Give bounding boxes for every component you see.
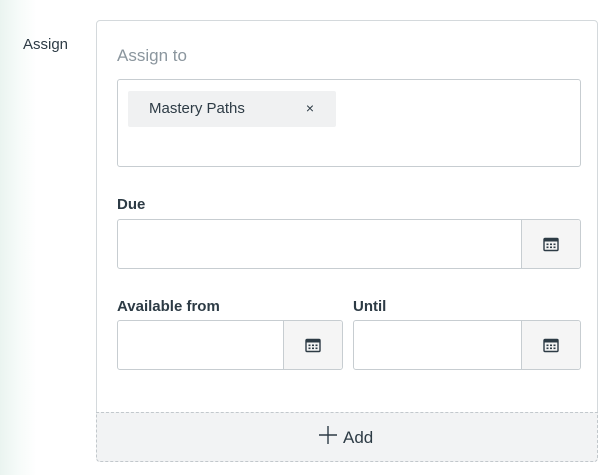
assignee-token-label: Mastery Paths xyxy=(149,100,245,117)
assign-label: Assign xyxy=(23,36,69,53)
due-field xyxy=(117,219,581,269)
available-from-field xyxy=(117,320,343,370)
due-label: Due xyxy=(117,196,146,213)
assignee-token: Mastery Paths × xyxy=(128,91,336,127)
available-from-date-input[interactable] xyxy=(118,321,284,369)
calendar-icon xyxy=(543,338,559,353)
until-date-input[interactable] xyxy=(354,321,522,369)
until-label: Until xyxy=(353,298,387,315)
until-calendar-button[interactable] xyxy=(521,321,580,369)
available-from-calendar-button[interactable] xyxy=(283,321,342,369)
assign-to-label: Assign to xyxy=(117,46,187,65)
due-calendar-button[interactable] xyxy=(521,220,580,268)
available-from-label: Available from xyxy=(117,298,220,315)
remove-token-button[interactable]: × xyxy=(301,98,319,118)
calendar-icon xyxy=(543,237,559,252)
until-field xyxy=(353,320,581,370)
due-date-input[interactable] xyxy=(118,220,522,268)
plus-icon xyxy=(319,426,337,444)
add-assignment-button[interactable]: Add xyxy=(96,412,598,462)
assign-to-input[interactable]: Mastery Paths × xyxy=(117,79,581,167)
add-label: Add xyxy=(343,428,374,447)
calendar-icon xyxy=(305,338,321,353)
